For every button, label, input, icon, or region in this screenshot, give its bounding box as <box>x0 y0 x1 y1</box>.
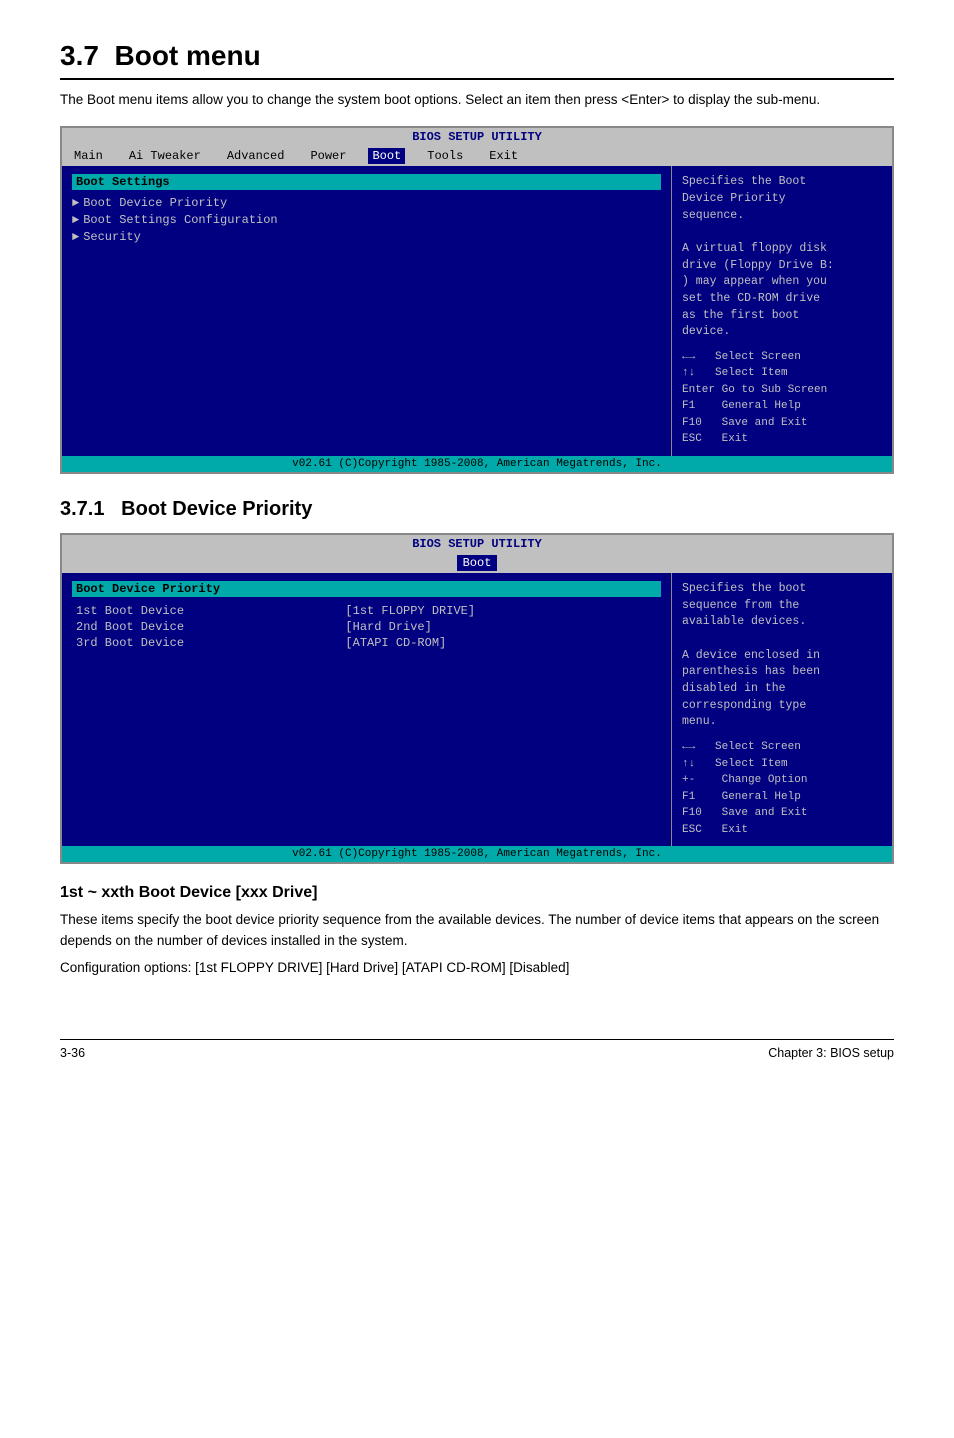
arrow-icon-3: ► <box>72 230 79 244</box>
bios-menu-main[interactable]: Main <box>70 148 107 164</box>
section-description: The Boot menu items allow you to change … <box>60 90 894 110</box>
boot-device-label-2: 2nd Boot Device <box>72 619 341 635</box>
bios-menu-advanced[interactable]: Advanced <box>223 148 289 164</box>
bios-footer-2: v02.61 (C)Copyright 1985-2008, American … <box>62 846 892 862</box>
bios-body-1: Boot Settings ► Boot Device Priority ► B… <box>62 166 892 456</box>
table-row: 3rd Boot Device [ATAPI CD-ROM] <box>72 635 661 651</box>
bios-right-text-2: Specifies the boot sequence from the ava… <box>682 581 882 731</box>
key-hint-esc: ESC Exit <box>682 433 748 445</box>
boot-device-table: 1st Boot Device [1st FLOPPY DRIVE] 2nd B… <box>72 603 661 651</box>
page-footer: 3-36 Chapter 3: BIOS setup <box>60 1039 894 1060</box>
key-hint-f10: F10 Save and Exit <box>682 417 807 429</box>
boot-device-value-1[interactable]: [1st FLOPPY DRIVE] <box>341 603 661 619</box>
bios-entry-label-3: Security <box>83 230 141 244</box>
key-hint-arrows-ud: ↑↓ Select Item <box>682 367 788 379</box>
key-hint-2-f10: F10 Save and Exit <box>682 807 807 819</box>
bios-menu-boot[interactable]: Boot <box>368 148 405 164</box>
boot-device-label-1: 1st Boot Device <box>72 603 341 619</box>
arrow-icon-2: ► <box>72 213 79 227</box>
bios-entry-label-2: Boot Settings Configuration <box>83 213 277 227</box>
bios-menu-bar-2: Boot <box>62 553 892 573</box>
key-hint-2-plus-minus: +- Change Option <box>682 774 807 786</box>
bios-key-hints-2: ←→ Select Screen ↑↓ Select Item +- Chang… <box>682 739 882 838</box>
bios-left-panel-2: Boot Device Priority 1st Boot Device [1s… <box>62 573 672 846</box>
bios-left-header-2: Boot Device Priority <box>72 581 661 597</box>
bios-entry-security[interactable]: ► Security <box>72 230 661 244</box>
key-hint-2-arrows-ud: ↑↓ Select Item <box>682 758 788 770</box>
bios-screen-1: BIOS SETUP UTILITY Main Ai Tweaker Advan… <box>60 126 894 474</box>
boot-device-para-2: Configuration options: [1st FLOPPY DRIVE… <box>60 958 894 979</box>
bios-title-bar-2: BIOS SETUP UTILITY <box>62 535 892 553</box>
bios-body-2: Boot Device Priority 1st Boot Device [1s… <box>62 573 892 846</box>
table-row: 1st Boot Device [1st FLOPPY DRIVE] <box>72 603 661 619</box>
bios-left-panel-1: Boot Settings ► Boot Device Priority ► B… <box>62 166 672 456</box>
boot-device-body: 1st ~ xxth Boot Device [xxx Drive] These… <box>60 884 894 979</box>
boot-device-value-2[interactable]: [Hard Drive] <box>341 619 661 635</box>
bios-menu-exit[interactable]: Exit <box>485 148 522 164</box>
section-title: 3.7 Boot menu <box>60 40 894 80</box>
bios-menu-power[interactable]: Power <box>306 148 350 164</box>
boot-device-value-3[interactable]: [ATAPI CD-ROM] <box>341 635 661 651</box>
bios-active-tab-2: Boot <box>457 555 498 571</box>
bios-entry-boot-settings-config[interactable]: ► Boot Settings Configuration <box>72 213 661 227</box>
bios-key-hints-1: ←→ Select Screen ↑↓ Select Item Enter Go… <box>682 349 882 448</box>
key-hint-enter: Enter Go to Sub Screen <box>682 384 827 396</box>
arrow-icon-1: ► <box>72 196 79 210</box>
table-row: 2nd Boot Device [Hard Drive] <box>72 619 661 635</box>
bios-footer-1: v02.61 (C)Copyright 1985-2008, American … <box>62 456 892 472</box>
bios-title-bar-1: BIOS SETUP UTILITY <box>62 128 892 146</box>
boot-device-heading: 1st ~ xxth Boot Device [xxx Drive] <box>60 884 894 902</box>
bios-left-header-1: Boot Settings <box>72 174 661 190</box>
section-header: 3.7 Boot menu The Boot menu items allow … <box>60 40 894 110</box>
key-hint-2-f1: F1 General Help <box>682 791 801 803</box>
bios-entry-boot-device-priority[interactable]: ► Boot Device Priority <box>72 196 661 210</box>
page-number: 3-36 <box>60 1046 85 1060</box>
bios-entry-label-1: Boot Device Priority <box>83 196 227 210</box>
key-hint-f1: F1 General Help <box>682 400 801 412</box>
key-hint-arrows-lr: ←→ Select Screen <box>682 351 801 363</box>
key-hint-2-esc: ESC Exit <box>682 824 748 836</box>
bios-right-panel-1: Specifies the Boot Device Priority seque… <box>672 166 892 456</box>
key-hint-2-arrows-lr: ←→ Select Screen <box>682 741 801 753</box>
subsection-title: 3.7.1 Boot Device Priority <box>60 498 894 521</box>
bios-menu-ai-tweaker[interactable]: Ai Tweaker <box>125 148 205 164</box>
boot-device-para-1: These items specify the boot device prio… <box>60 910 894 952</box>
bios-right-text-1: Specifies the Boot Device Priority seque… <box>682 174 882 341</box>
chapter-label: Chapter 3: BIOS setup <box>768 1046 894 1060</box>
bios-menu-tools[interactable]: Tools <box>423 148 467 164</box>
bios-menu-bar-1[interactable]: Main Ai Tweaker Advanced Power Boot Tool… <box>62 146 892 166</box>
boot-device-label-3: 3rd Boot Device <box>72 635 341 651</box>
bios-right-panel-2: Specifies the boot sequence from the ava… <box>672 573 892 846</box>
bios-screen-2: BIOS SETUP UTILITY Boot Boot Device Prio… <box>60 533 894 864</box>
